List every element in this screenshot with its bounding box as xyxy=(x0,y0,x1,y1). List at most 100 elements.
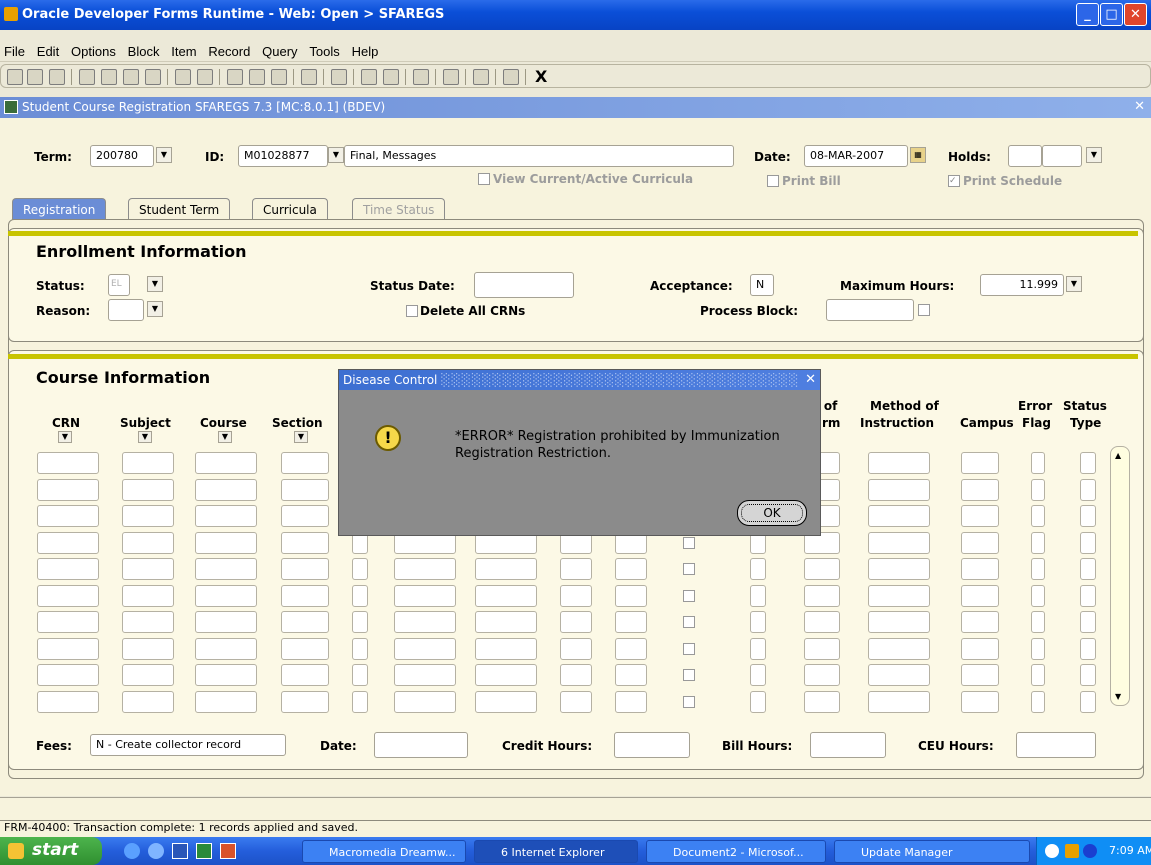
grid-cell-course[interactable] xyxy=(195,531,257,554)
print-bill-checkbox[interactable] xyxy=(767,175,779,187)
tab-curricula[interactable]: Curricula xyxy=(252,198,328,220)
grid-cell-status-flag[interactable] xyxy=(352,690,368,713)
max-hours-dropdown-button[interactable]: ▼ xyxy=(1066,276,1082,292)
grid-cell-level[interactable] xyxy=(615,611,647,633)
menu-query[interactable]: Query xyxy=(258,40,301,59)
grid-cell-error-flag[interactable] xyxy=(1031,531,1045,554)
form-close-button[interactable]: ✕ xyxy=(1134,99,1145,114)
grid-cell-hours[interactable] xyxy=(475,690,537,713)
save-icon[interactable] xyxy=(7,69,23,85)
grid-cell-campus[interactable] xyxy=(961,531,999,554)
id-field[interactable]: M01028877 xyxy=(238,145,328,167)
id-dropdown-button[interactable]: ▼ xyxy=(328,147,344,163)
tray-java-icon[interactable] xyxy=(1065,844,1079,858)
grid-cell-section[interactable] xyxy=(281,452,329,474)
task-internet-explorer[interactable]: 6 Internet Explorer xyxy=(474,840,638,863)
process-block-field[interactable] xyxy=(826,299,914,321)
grid-cell-course[interactable] xyxy=(195,584,257,607)
word-quicklaunch-icon[interactable] xyxy=(172,843,188,859)
status-date-field[interactable] xyxy=(474,272,574,298)
grid-cell-crn[interactable] xyxy=(37,478,99,501)
item-properties-icon[interactable] xyxy=(443,69,459,85)
grid-cell-part-flag[interactable] xyxy=(750,664,766,686)
enter-query-icon[interactable] xyxy=(175,69,191,85)
grid-cell-method[interactable] xyxy=(868,478,930,501)
grid-cell-subject[interactable] xyxy=(122,531,174,554)
subject-sort-button[interactable]: ▼ xyxy=(138,431,152,443)
grid-cell-status-type[interactable] xyxy=(1080,611,1096,633)
grid-cell-error-flag[interactable] xyxy=(1031,452,1045,474)
grid-cell-section[interactable] xyxy=(281,690,329,713)
grid-cell-method[interactable] xyxy=(868,637,930,660)
grid-cell-subject[interactable] xyxy=(122,478,174,501)
extract-excel-icon[interactable] xyxy=(383,69,399,85)
grid-cell-title[interactable] xyxy=(394,637,456,660)
grid-cell-course[interactable] xyxy=(195,505,257,527)
calendar-icon[interactable]: ▦ xyxy=(910,147,926,163)
menu-options[interactable]: Options xyxy=(67,40,120,59)
grid-cell-error-flag[interactable] xyxy=(1031,584,1045,607)
grid-cell-status-flag[interactable] xyxy=(352,637,368,660)
grid-cell-crn[interactable] xyxy=(37,584,99,607)
grid-cell-grade-mode[interactable] xyxy=(560,558,592,580)
exit-button[interactable]: X xyxy=(535,67,547,86)
student-name-field[interactable]: Final, Messages xyxy=(344,145,734,167)
clear-record-icon[interactable] xyxy=(227,69,243,85)
outlook-quicklaunch-icon[interactable] xyxy=(220,843,236,859)
grid-cell-hours[interactable] xyxy=(475,611,537,633)
grid-cell-crn[interactable] xyxy=(37,505,99,527)
grid-cell-campus[interactable] xyxy=(961,452,999,474)
grid-cell-crn[interactable] xyxy=(37,611,99,633)
grid-cell-section[interactable] xyxy=(281,664,329,686)
grid-cell-section[interactable] xyxy=(281,531,329,554)
grid-cell-level[interactable] xyxy=(615,690,647,713)
grid-row-checkbox[interactable] xyxy=(683,669,695,681)
print-schedule-checkbox[interactable]: ✓ xyxy=(948,175,960,187)
excel-quicklaunch-icon[interactable] xyxy=(196,843,212,859)
grid-cell-part-flag[interactable] xyxy=(750,637,766,660)
grid-cell-subject[interactable] xyxy=(122,690,174,713)
grid-row-checkbox[interactable] xyxy=(683,563,695,575)
grid-cell-subject[interactable] xyxy=(122,611,174,633)
grid-cell-campus[interactable] xyxy=(961,611,999,633)
grid-row-checkbox[interactable] xyxy=(683,695,695,708)
grid-cell-status-type[interactable] xyxy=(1080,558,1096,580)
grid-cell-method[interactable] xyxy=(868,664,930,686)
grid-cell-campus[interactable] xyxy=(961,637,999,660)
grid-cell-course[interactable] xyxy=(195,690,257,713)
menu-edit[interactable]: Edit xyxy=(33,40,63,59)
grid-cell-course[interactable] xyxy=(195,637,257,660)
delete-crns-checkbox[interactable] xyxy=(406,305,418,317)
grid-cell-part-flag[interactable] xyxy=(750,611,766,633)
grid-cell-campus[interactable] xyxy=(961,505,999,527)
audio-icon[interactable] xyxy=(413,69,429,85)
grid-cell-error-flag[interactable] xyxy=(1031,637,1045,660)
grid-cell-status-flag[interactable] xyxy=(352,664,368,686)
grid-cell-course[interactable] xyxy=(195,558,257,580)
grid-cell-grade-mode[interactable] xyxy=(560,690,592,713)
grid-cell-level[interactable] xyxy=(615,584,647,607)
menu-tools[interactable]: Tools xyxy=(305,40,343,59)
print-report-icon[interactable] xyxy=(331,69,347,85)
print-icon[interactable] xyxy=(49,69,65,85)
holds-field-2[interactable] xyxy=(1042,145,1082,167)
grid-cell-part-of-term[interactable] xyxy=(804,558,840,580)
task-dreamweaver[interactable]: Macromedia Dreamw... xyxy=(302,840,466,863)
bill-hours-field[interactable] xyxy=(810,732,886,758)
scroll-down-icon[interactable]: ▼ xyxy=(1115,692,1121,701)
grid-cell-section[interactable] xyxy=(281,505,329,527)
grid-cell-section[interactable] xyxy=(281,611,329,633)
browser-quicklaunch-icon[interactable] xyxy=(148,843,164,859)
fees-select[interactable]: N - Create collector record xyxy=(90,734,286,756)
grid-cell-status-type[interactable] xyxy=(1080,478,1096,501)
grid-cell-subject[interactable] xyxy=(122,584,174,607)
grid-cell-hours[interactable] xyxy=(475,558,537,580)
grid-cell-subject[interactable] xyxy=(122,452,174,474)
grid-cell-error-flag[interactable] xyxy=(1031,505,1045,527)
grid-cell-part-of-term[interactable] xyxy=(804,690,840,713)
grid-cell-error-flag[interactable] xyxy=(1031,558,1045,580)
ok-button[interactable]: OK xyxy=(737,500,807,526)
grid-cell-title[interactable] xyxy=(394,690,456,713)
grid-cell-method[interactable] xyxy=(868,558,930,580)
grid-cell-part-flag[interactable] xyxy=(750,584,766,607)
